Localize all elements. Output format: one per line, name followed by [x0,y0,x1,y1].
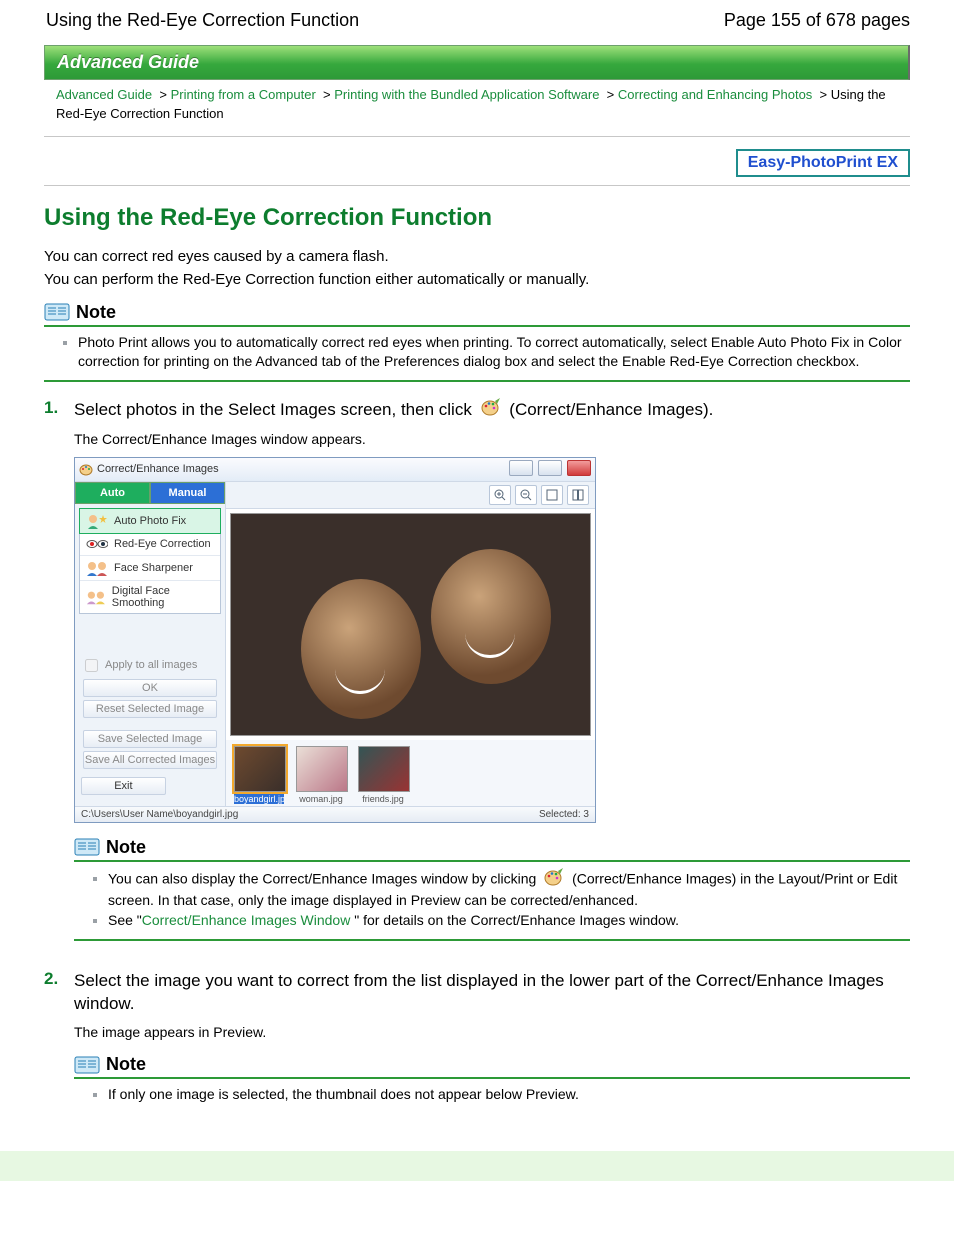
note-title: Note [76,302,116,323]
tab-auto[interactable]: Auto [75,482,150,504]
eye-icon [86,537,108,551]
crumb-advanced-guide[interactable]: Advanced Guide [56,87,152,102]
link-correct-enhance-window[interactable]: Correct/Enhance Images Window [142,912,351,928]
zoom-out-icon[interactable] [515,485,537,505]
note-header: Note [44,302,910,327]
step-1-subtext: The Correct/Enhance Images window appear… [74,431,910,447]
note-header: Note [74,1054,910,1079]
palette-icon [481,398,501,423]
footer-bar [0,1151,954,1181]
preview-area [230,513,591,736]
step-1-text-a: Select photos in the Select Images scree… [74,400,477,419]
photo-placeholder [301,579,421,719]
page-title: Using the Red-Eye Correction Function [44,204,910,232]
thumbnail-image [358,746,410,792]
note-header: Note [74,837,910,862]
minimize-button[interactable] [509,460,533,476]
ok-button[interactable]: OK [83,679,217,697]
note-item: If only one image is selected, the thumb… [108,1085,910,1105]
step-number-1: 1. [44,398,64,957]
note-item: You can also display the Correct/Enhance… [108,868,910,911]
note-title: Note [106,837,146,858]
faces-icon [86,560,108,576]
guide-banner: Advanced Guide [44,45,910,80]
note-list: Photo Print allows you to automatically … [44,333,910,372]
palette-icon [79,462,93,476]
fx-label: Face Sharpener [114,562,193,574]
save-all-button[interactable]: Save All Corrected Images [83,751,217,769]
fx-label: Red-Eye Correction [114,538,211,550]
exit-button[interactable]: Exit [81,777,166,795]
step-2-subtext: The image appears in Preview. [74,1024,910,1040]
divider [44,185,910,186]
note-icon [44,303,70,321]
thumbnail-image [296,746,348,792]
thumbnail[interactable]: friends.jpg [358,746,408,804]
note-text: You can also display the Correct/Enhance… [108,870,540,886]
crumb-printing-computer[interactable]: Printing from a Computer [171,87,316,102]
breadcrumb: Advanced Guide > Printing from a Compute… [44,80,910,128]
page-indicator: Page 155 of 678 pages [724,10,910,31]
apply-all-label: Apply to all images [105,659,197,671]
note-end-rule [44,380,910,382]
note-end-rule [74,939,910,941]
crumb-correcting-photos[interactable]: Correcting and Enhancing Photos [618,87,812,102]
fx-face-smoothing[interactable]: Digital Face Smoothing [80,581,220,613]
status-selected: Selected: 3 [539,809,589,820]
thumbnail-caption: boyandgirl.jpg [234,794,284,804]
note-list: If only one image is selected, the thumb… [74,1085,910,1105]
note-item: Photo Print allows you to automatically … [78,333,910,372]
fx-auto-photo-fix[interactable]: Auto Photo Fix [79,508,221,534]
close-button[interactable] [567,460,591,476]
fullscreen-icon[interactable] [541,485,563,505]
compare-icon[interactable] [567,485,589,505]
thumbnail[interactable]: boyandgirl.jpg [234,746,284,804]
crumb-bundled-app[interactable]: Printing with the Bundled Application So… [334,87,599,102]
apply-all-checkbox[interactable]: Apply to all images [81,656,219,675]
intro-text-1: You can correct red eyes caused by a cam… [44,248,910,265]
easy-photoprint-badge: Easy-PhotoPrint EX [736,149,910,177]
note-list: You can also display the Correct/Enhance… [74,868,910,931]
reset-button[interactable]: Reset Selected Image [83,700,217,718]
note-icon [74,838,100,856]
thumbnail[interactable]: woman.jpg [296,746,346,804]
note-item: See "Correct/Enhance Images Window " for… [108,911,910,931]
step-2-text: Select the image you want to correct fro… [74,969,910,1017]
palette-icon [544,868,564,892]
note-icon [74,1056,100,1074]
note-text: See " [108,912,142,928]
divider [44,136,910,137]
photo-placeholder [431,549,551,684]
checkbox-icon[interactable] [85,659,98,672]
thumbnail-caption: friends.jpg [358,794,408,804]
doc-title: Using the Red-Eye Correction Function [46,10,359,31]
save-selected-button[interactable]: Save Selected Image [83,730,217,748]
fx-face-sharpener[interactable]: Face Sharpener [80,556,220,581]
step-1-text: Select photos in the Select Images scree… [74,398,910,423]
status-path: C:\Users\User Name\boyandgirl.jpg [81,809,238,820]
note-text: " for details on the Correct/Enhance Ima… [350,912,679,928]
step-1-text-b: (Correct/Enhance Images). [509,400,713,419]
tab-manual[interactable]: Manual [150,482,225,504]
thumbnail-caption: woman.jpg [296,794,346,804]
thumbnail-image [234,746,286,792]
fx-label: Auto Photo Fix [114,515,186,527]
window-title: Correct/Enhance Images [97,463,219,475]
fx-red-eye[interactable]: Red-Eye Correction [80,533,220,556]
step-number-2: 2. [44,969,64,1113]
intro-text-2: You can perform the Red-Eye Correction f… [44,271,910,288]
faces-icon [86,589,106,605]
zoom-in-icon[interactable] [489,485,511,505]
person-star-icon [86,513,108,529]
maximize-button[interactable] [538,460,562,476]
note-title: Note [106,1054,146,1075]
correct-enhance-window: Correct/Enhance Images Auto Manual [74,457,596,823]
fx-label: Digital Face Smoothing [112,585,214,609]
